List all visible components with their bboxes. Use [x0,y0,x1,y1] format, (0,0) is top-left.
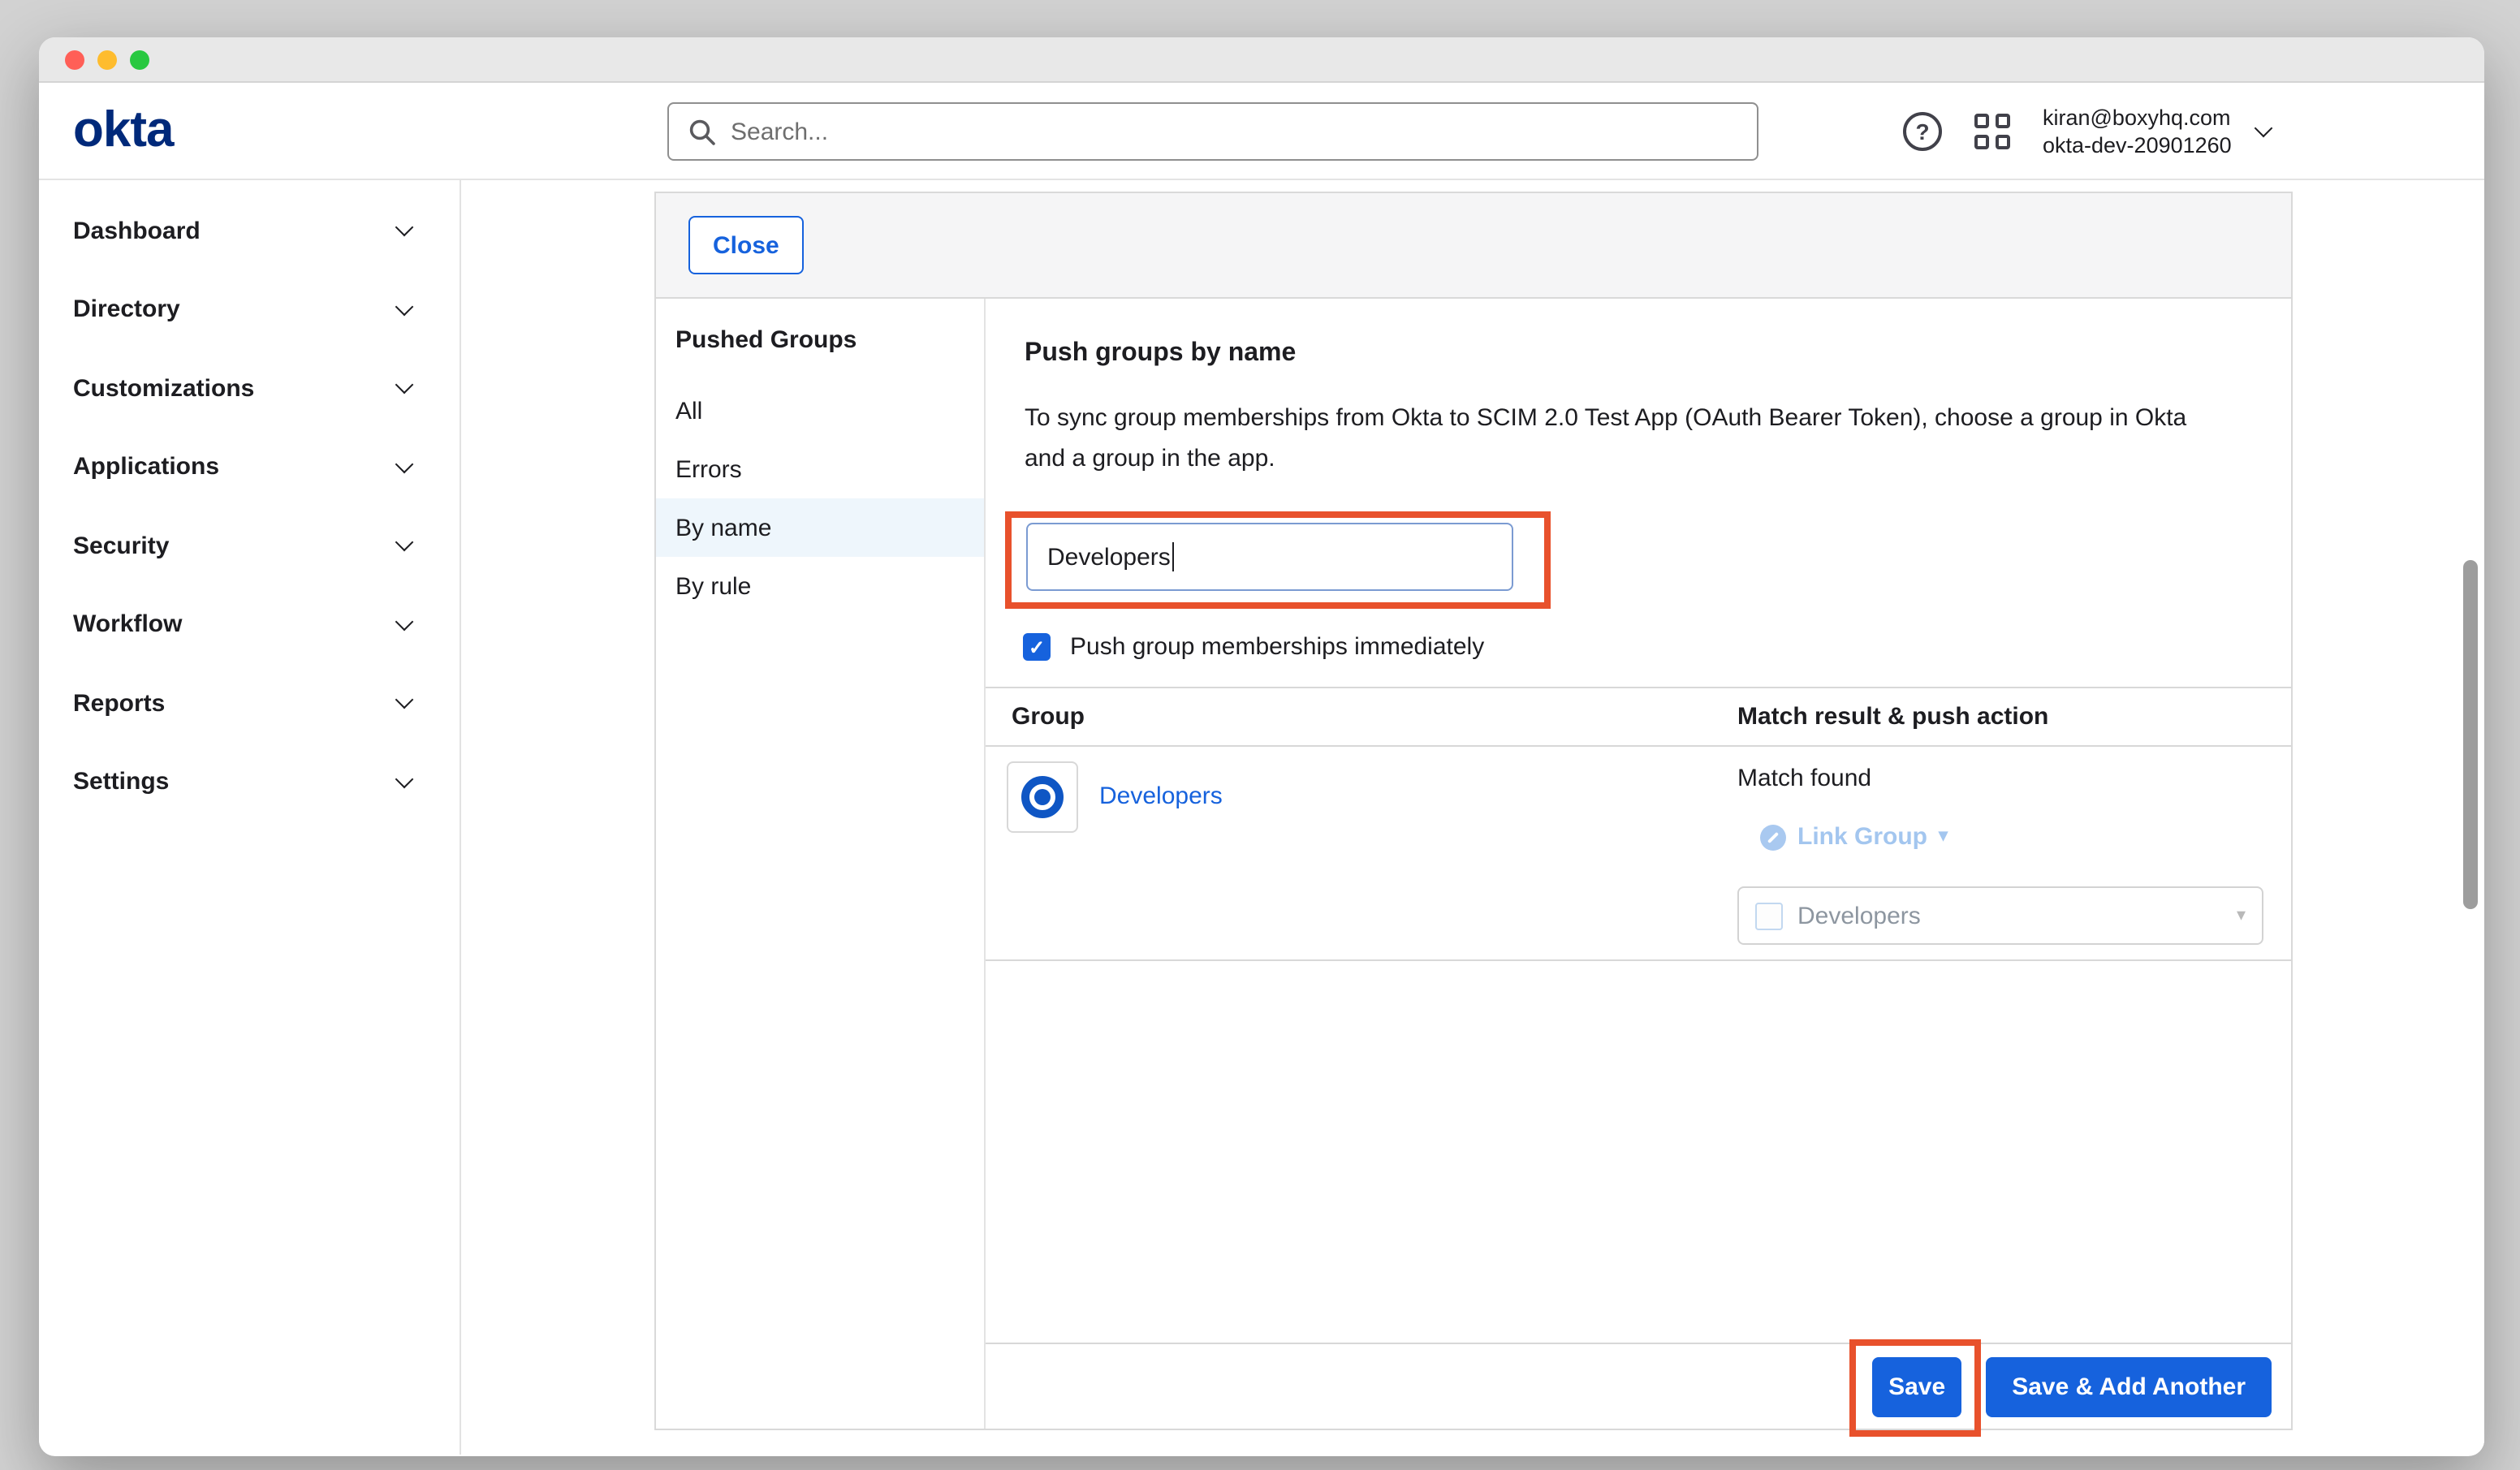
content-spacer [986,961,2291,1343]
chevron-down-icon [395,612,414,631]
app-header: okta Search... ? [39,83,2484,180]
grid-square [1974,135,1989,149]
account-email: kiran@boxyhq.com [2043,104,2232,131]
help-icon[interactable]: ? [1903,112,1942,151]
chevron-down-icon [395,769,414,788]
match-table: Group Match result & push action Develop… [986,687,2291,961]
chevron-down-icon [395,218,414,237]
subnav-item-all[interactable]: All [656,382,984,440]
group-link-developers[interactable]: Developers [1099,782,1223,810]
matched-group-select[interactable]: Developers ▾ [1737,886,2263,945]
sidebar-item-label: Applications [73,454,219,481]
sidebar-item-directory[interactable]: Directory [39,270,460,349]
section-title: Push groups by name [1025,339,2252,369]
subnav-item-errors[interactable]: Errors [656,440,984,498]
subnav-item-by-name[interactable]: By name [656,498,984,557]
link-group-dropdown[interactable]: Link Group ▾ [1760,823,2291,851]
search-placeholder: Search... [731,118,828,145]
search-icon [688,118,716,145]
checkbox-checked-icon[interactable]: ✓ [1023,633,1051,661]
subnav-item-by-rule[interactable]: By rule [656,557,984,615]
account-org: okta-dev-20901260 [2043,131,2232,159]
subnav-title: Pushed Groups [656,299,984,354]
account-menu[interactable]: kiran@boxyhq.com okta-dev-20901260 [2043,104,2271,159]
group-input-value: Developers [1047,543,1171,571]
selected-group-value: Developers [1797,902,1921,929]
sidebar-item-customizations[interactable]: Customizations [39,349,460,428]
dropdown-caret-icon: ▾ [1939,828,1948,846]
okta-logo[interactable]: okta [73,102,174,157]
push-groups-panel: Close Pushed Groups All Errors By name B… [654,192,2293,1430]
link-group-icon [1760,824,1786,850]
chevron-down-icon [395,376,414,394]
sidebar-item-label: Customizations [73,375,254,403]
chevron-down-icon [395,691,414,709]
group-icon [1007,761,1078,833]
dialog-footer: Save Save & Add Another [986,1343,2291,1429]
main-content: Close Pushed Groups All Errors By name B… [461,180,2484,1455]
sidebar-item-label: Dashboard [73,218,201,245]
scrollbar-thumb[interactable] [2463,560,2478,909]
sidebar-item-label: Security [73,532,169,560]
pushed-groups-subnav: Pushed Groups All Errors By name By rule [656,299,986,1429]
panel-toolbar: Close [656,193,2291,299]
column-header-match: Match result & push action [1737,703,2291,731]
push-immediately-option[interactable]: ✓ Push group memberships immediately [1023,633,2291,661]
table-row: Developers Match found Link Group ▾ [986,747,2291,961]
sidebar-item-reports[interactable]: Reports [39,664,460,743]
desktop-background: okta Search... ? [0,0,2520,1470]
screenshot-root: okta Search... ? [0,0,2520,1470]
group-search-input[interactable]: Developers [1026,523,1513,591]
group-donut-icon [1021,776,1064,818]
sidebar-item-settings[interactable]: Settings [39,743,460,821]
match-status: Match found [1737,765,2291,792]
sidebar-item-workflow[interactable]: Workflow [39,585,460,664]
window-titlebar [39,37,2484,83]
sidebar: Dashboard Directory Customizations Appli… [39,180,461,1455]
window-minimize-button[interactable] [97,50,117,69]
push-by-name-section: Push groups by name To sync group member… [986,299,2291,1429]
group-cell: Developers [986,747,1737,959]
browser-window: okta Search... ? [39,37,2484,1456]
sidebar-item-label: Workflow [73,611,182,639]
checkbox-label: Push group memberships immediately [1070,633,1484,661]
save-add-another-button[interactable]: Save & Add Another [1986,1356,2272,1416]
app-body: Dashboard Directory Customizations Appli… [39,180,2484,1455]
chevron-down-icon [395,455,414,473]
text-cursor-icon [1172,542,1175,571]
grid-square [1974,114,1989,128]
match-cell: Match found Link Group ▾ [1737,747,2291,959]
apps-grid-icon[interactable] [1974,114,2010,149]
sidebar-item-label: Settings [73,769,169,796]
select-caret-icon: ▾ [2237,907,2246,925]
sidebar-item-label: Directory [73,296,180,324]
group-placeholder-icon [1755,902,1783,929]
window-zoom-button[interactable] [130,50,149,69]
chevron-down-icon [395,533,414,552]
chevron-down-icon [2255,119,2273,138]
sidebar-item-dashboard[interactable]: Dashboard [39,192,460,270]
grid-square [1996,114,2010,128]
section-description: To sync group memberships from Okta to S… [1025,398,2229,479]
grid-square [1996,135,2010,149]
save-button[interactable]: Save [1872,1356,1961,1416]
sidebar-item-label: Reports [73,690,165,718]
sidebar-item-security[interactable]: Security [39,507,460,585]
search-bar[interactable]: Search... [667,102,1758,161]
column-header-group: Group [986,703,1737,731]
chevron-down-icon [395,297,414,316]
link-group-label: Link Group [1797,823,1927,851]
table-header: Group Match result & push action [986,687,2291,747]
header-actions: ? kiran@boxyhq.com okta-dev-20901260 [1903,83,2271,180]
sidebar-item-applications[interactable]: Applications [39,428,460,507]
close-button[interactable]: Close [688,216,804,274]
window-close-button[interactable] [65,50,84,69]
